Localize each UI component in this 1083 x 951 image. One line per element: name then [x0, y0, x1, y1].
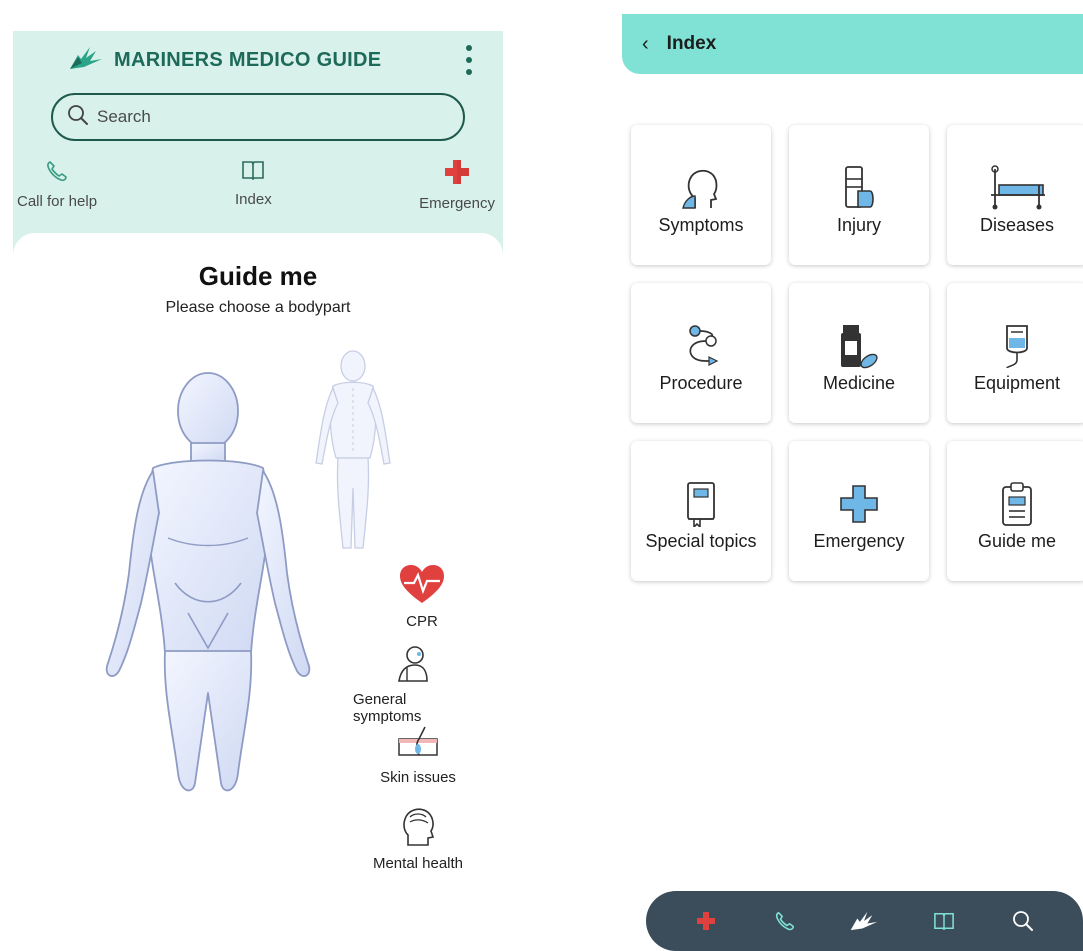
brand: MARINERS MEDICO GUIDE [68, 45, 381, 76]
more-options-icon[interactable] [463, 45, 475, 75]
tile-procedure-label: Procedure [659, 373, 743, 393]
page-title: Guide me [198, 261, 318, 291]
search-bar[interactable] [51, 93, 465, 141]
search-icon [67, 104, 89, 131]
iv-bag-icon [1001, 321, 1033, 371]
search-icon[interactable] [1005, 903, 1041, 939]
tile-procedure[interactable]: Procedure [631, 283, 771, 423]
medical-cross-icon [444, 159, 470, 189]
phone-icon [45, 159, 69, 187]
skin-issues-label: Skin issues [380, 769, 456, 786]
app-title: MARINERS MEDICO GUIDE [114, 49, 382, 71]
cpr-label: CPR [406, 613, 438, 630]
tile-symptoms[interactable]: Symptoms [631, 125, 771, 265]
mental-health-shortcut[interactable]: Mental health [363, 805, 473, 872]
clipboard-icon [1000, 479, 1034, 529]
book-icon [241, 159, 265, 185]
medical-cross-icon [839, 479, 879, 529]
tile-emergency-label: Emergency [813, 531, 905, 551]
brain-head-icon [400, 805, 436, 851]
index-title: Index [666, 33, 717, 54]
general-symptoms-label: General symptoms [353, 691, 422, 725]
tile-guide-me-label: Guide me [977, 531, 1057, 551]
tile-diseases-label: Diseases [979, 215, 1055, 235]
tile-special-topics[interactable]: Special topics [631, 441, 771, 581]
chevron-left-icon[interactable]: ‹ [642, 33, 649, 56]
index-screen: ‹ Index Symptoms Injury Diseases Procedu… [600, 0, 1083, 951]
hospital-bed-icon [987, 163, 1047, 213]
book-icon[interactable] [926, 903, 962, 939]
skin-issues-shortcut[interactable]: Skin issues [363, 725, 473, 786]
guide-panel: Guide me Please choose a bodypart CPR Ge… [13, 233, 503, 951]
heart-pulse-icon [398, 563, 446, 609]
tile-medicine[interactable]: Medicine [789, 283, 929, 423]
tile-medicine-label: Medicine [822, 373, 896, 393]
call-for-help-label: Call for help [17, 193, 98, 210]
bottom-navigation [646, 891, 1083, 951]
tile-special-topics-label: Special topics [645, 531, 757, 551]
tile-symptoms-label: Symptoms [658, 215, 744, 235]
skin-layer-icon [397, 725, 439, 765]
body-back-figure[interactable] [308, 348, 398, 563]
tile-diseases[interactable]: Diseases [947, 125, 1083, 265]
general-symptoms-shortcut[interactable]: General symptoms [353, 643, 473, 725]
swallow-logo-icon [68, 45, 104, 76]
medicine-bottle-icon [837, 321, 881, 371]
index-label: Index [235, 191, 272, 208]
emergency-button[interactable]: Emergency [419, 159, 495, 212]
tile-equipment[interactable]: Equipment [947, 283, 1083, 423]
head-symptoms-icon [681, 163, 721, 213]
sick-person-icon [393, 643, 433, 687]
tile-injury-label: Injury [836, 215, 881, 235]
bandaged-arm-icon [842, 163, 876, 213]
emergency-label: Emergency [419, 195, 495, 212]
emergency-cross-icon[interactable] [688, 903, 724, 939]
page-subtitle: Please choose a bodypart [165, 299, 351, 316]
tile-equipment-label: Equipment [973, 373, 1061, 393]
cpr-shortcut[interactable]: CPR [398, 563, 446, 630]
swallow-logo-icon[interactable] [846, 903, 882, 939]
body-front-figure[interactable] [93, 363, 323, 808]
search-input[interactable] [97, 107, 397, 127]
mental-health-label: Mental health [372, 855, 464, 872]
procedure-flow-icon [681, 321, 721, 371]
top-app-bar: MARINERS MEDICO GUIDE Call for help Inde… [13, 31, 503, 261]
tile-injury[interactable]: Injury [789, 125, 929, 265]
guide-screen: MARINERS MEDICO GUIDE Call for help Inde… [0, 0, 513, 951]
tile-guide-me[interactable]: Guide me [947, 441, 1083, 581]
tile-emergency[interactable]: Emergency [789, 441, 929, 581]
book-icon [684, 479, 718, 529]
quick-actions: Call for help Index Emergency [13, 159, 503, 219]
call-for-help-button[interactable]: Call for help [17, 159, 97, 210]
phone-icon[interactable] [767, 903, 803, 939]
index-button[interactable]: Index [235, 159, 272, 208]
index-header: ‹ Index [622, 14, 1083, 74]
